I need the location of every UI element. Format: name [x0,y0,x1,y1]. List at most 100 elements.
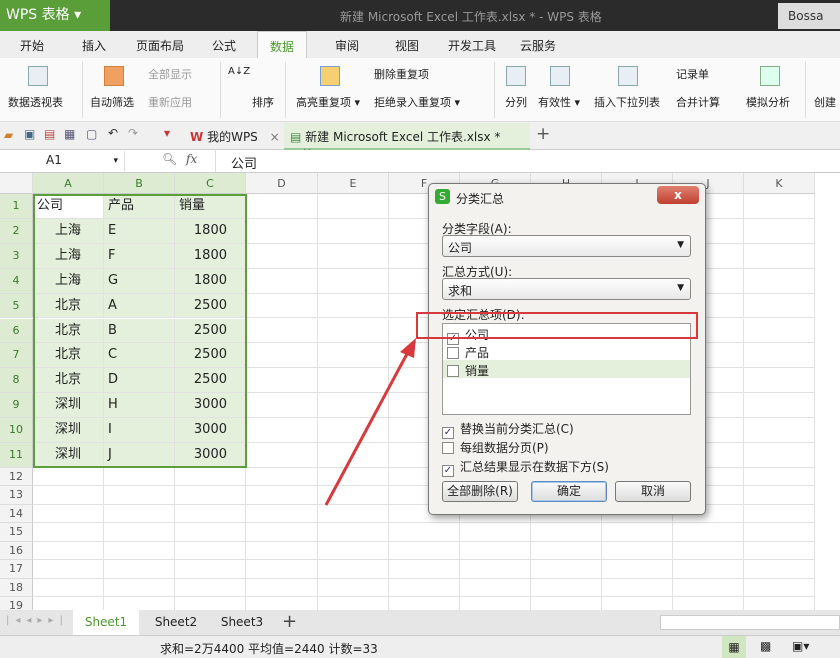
cell[interactable] [33,504,104,524]
validity-button[interactable]: 有效性 ▾ [538,94,580,110]
column-header-C[interactable]: C [175,173,246,194]
tab-cloud[interactable]: 云服务 [520,37,556,54]
tab-formula[interactable]: 公式 [212,37,236,54]
item-sales[interactable]: 销量 [443,360,690,378]
field-select[interactable]: 公司 ▼ [442,235,691,257]
cell[interactable] [389,578,460,598]
cell[interactable] [744,486,815,505]
doc-tab-workbook[interactable]: ▤ 新建 Microsoft Excel 工作表.xlsx * × [284,123,530,159]
cell[interactable] [246,486,318,505]
fx-button[interactable]: fx [186,152,197,166]
cell[interactable] [33,578,104,598]
cell[interactable] [318,393,389,419]
row-header[interactable]: 11 [0,443,33,468]
cell[interactable] [744,318,815,344]
select-all-corner[interactable] [0,173,33,194]
horizontal-scrollbar[interactable] [660,615,840,630]
whatif-analysis-button[interactable]: 模拟分析 [746,94,790,110]
tab-review[interactable]: 审阅 [335,37,359,54]
tab-start[interactable]: 开始 [20,37,44,54]
cell[interactable] [246,504,318,524]
remove-all-button[interactable]: 全部删除(R) [442,481,518,502]
row-header[interactable]: 16 [0,541,33,561]
cell[interactable] [744,523,815,542]
cell[interactable] [673,541,744,561]
add-sheet-button[interactable]: + [282,611,297,632]
cell[interactable] [460,560,531,579]
cell[interactable] [744,418,815,443]
cell[interactable] [744,541,815,561]
tab-insert[interactable]: 插入 [82,37,106,54]
formula-input[interactable]: 公司 [215,150,840,172]
ok-button[interactable]: 确定 [531,481,607,502]
cell[interactable] [318,443,389,468]
cell[interactable] [602,541,673,561]
cell[interactable] [246,578,318,598]
cell[interactable] [246,418,318,443]
option-replace[interactable]: ✓ 替换当前分类汇总(C) [442,420,574,439]
cell[interactable] [744,243,815,269]
checkbox[interactable] [447,347,459,359]
new-tab-button[interactable]: + [536,124,550,144]
cell[interactable] [318,368,389,394]
option-page-break[interactable]: 每组数据分页(P) [442,439,549,456]
cell[interactable] [602,560,673,579]
checkbox[interactable] [442,442,454,454]
checkbox[interactable]: ✓ [442,465,454,477]
consolidate-button[interactable]: 合并计算 [676,94,720,110]
cell[interactable] [744,443,815,468]
sheet-tab-sheet3[interactable]: Sheet3 [212,610,272,635]
cell[interactable] [246,523,318,542]
cell[interactable] [246,268,318,294]
cell[interactable] [318,467,389,487]
cell[interactable] [318,504,389,524]
cell[interactable] [531,578,602,598]
cell[interactable] [246,194,318,219]
cell[interactable] [246,541,318,561]
cell[interactable] [246,368,318,394]
cell[interactable] [602,578,673,598]
autofilter-button[interactable]: 自动筛选 [90,94,134,110]
cell[interactable] [318,293,389,319]
cell[interactable] [531,560,602,579]
cell[interactable] [33,486,104,505]
cell[interactable] [175,560,246,579]
cell[interactable] [175,486,246,505]
cell[interactable] [744,293,815,319]
cell[interactable] [175,578,246,598]
cell[interactable] [744,504,815,524]
sheet-nav-icons[interactable]: |◂◂▸▸| [6,615,69,626]
row-header[interactable]: 6 [0,318,33,344]
cell[interactable] [744,218,815,244]
column-header-K[interactable]: K [744,173,815,194]
doc-tab-mywps[interactable]: W 我的WPS × [186,125,284,147]
cell[interactable] [602,523,673,542]
cell[interactable] [389,560,460,579]
column-header-B[interactable]: B [104,173,175,194]
cell[interactable] [673,560,744,579]
cell[interactable] [389,523,460,542]
cell[interactable] [318,218,389,244]
column-header-D[interactable]: D [246,173,318,194]
method-select[interactable]: 求和 ▼ [442,278,691,300]
cell[interactable] [744,343,815,369]
tab-data[interactable]: 数据 [257,31,308,58]
user-button[interactable]: Bossa [778,3,840,29]
page-break-view-icon[interactable]: ▩ [760,639,771,653]
split-columns-button[interactable]: 分列 [505,94,527,110]
cell[interactable] [246,243,318,269]
cell[interactable] [104,486,175,505]
remove-duplicates-button[interactable]: 删除重复项 [374,66,429,82]
undo-icon[interactable]: ↶ [108,126,118,140]
create-button[interactable]: 创建 [814,94,836,110]
tab-page-layout[interactable]: 页面布局 [136,37,184,54]
row-header[interactable]: 13 [0,486,33,505]
cell[interactable] [673,523,744,542]
reject-duplicates-button[interactable]: 拒绝录入重复项 ▾ [374,94,460,110]
cell[interactable] [246,467,318,487]
close-tab-icon[interactable]: × [270,130,280,144]
row-header[interactable]: 15 [0,523,33,542]
cell[interactable] [318,268,389,294]
cell[interactable] [318,541,389,561]
row-header[interactable]: 5 [0,293,33,319]
